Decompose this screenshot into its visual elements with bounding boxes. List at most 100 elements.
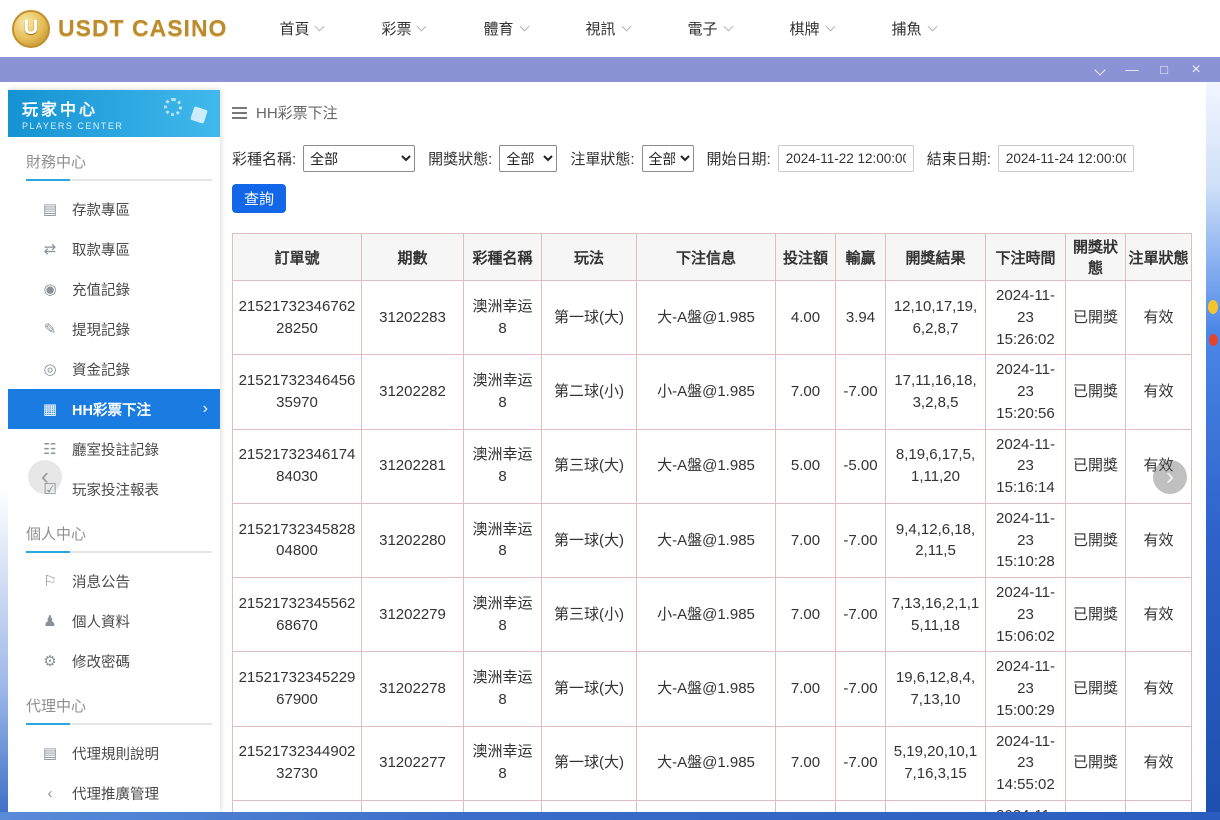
poker-chip-icon	[164, 98, 182, 116]
start-date-label: 開始日期:	[707, 148, 771, 169]
table-cell: 31202277	[362, 726, 464, 800]
chevron-down-icon	[621, 22, 631, 32]
sidebar-item-profile[interactable]: ♟個人資料	[8, 601, 220, 641]
sidebar-item-label: 取款專區	[72, 239, 130, 260]
table-cell: 2152173234676228250	[233, 281, 362, 355]
sidebar-item-withdraw-area[interactable]: ⇄ 取款專區	[8, 229, 220, 269]
table-cell: 7.00	[776, 578, 836, 652]
sidebar-section-title: 財務中心	[8, 137, 220, 179]
chevron-down-icon	[1094, 64, 1105, 75]
carousel-right-arrow[interactable]: ›	[1153, 460, 1187, 494]
table-row: 215217323467622825031202283澳洲幸运8第一球(大)大-…	[233, 281, 1192, 355]
page-background-right	[1206, 82, 1220, 820]
background-art	[1208, 300, 1218, 314]
window-body: 玩家中心 PLAYERS CENTER 財務中心▤存款專區⇄取款專區◉充值記錄✎…	[0, 82, 1220, 820]
nav-item-fishing[interactable]: 捕魚	[892, 18, 936, 39]
withdraw-icon: ⇄	[40, 240, 60, 258]
share-icon: ‹	[40, 785, 60, 802]
table-row: 215217323449023273031202277澳洲幸运8第一球(大)大-…	[233, 726, 1192, 800]
start-date-input[interactable]	[778, 145, 914, 172]
sidebar-item-funds-record[interactable]: ◎資金記錄	[8, 349, 220, 389]
window-minimize-button[interactable]: —	[1124, 63, 1140, 76]
table-cell: 2024-11-23 15:26:02	[986, 281, 1066, 355]
sidebar-item-change-password[interactable]: ⚙修改密碼	[8, 641, 220, 681]
section-divider	[26, 179, 212, 181]
chevron-down-icon	[825, 22, 835, 32]
nav-item-live-video[interactable]: 視訊	[586, 18, 630, 39]
table-cell: 澳洲幸运8	[464, 578, 542, 652]
sidebar-item-agent-rules[interactable]: ▤代理規則說明	[8, 733, 220, 773]
document-icon: ▤	[40, 744, 60, 762]
sidebar-item-label: 消息公告	[72, 571, 130, 592]
sidebar-item-announcements[interactable]: ⚐消息公告	[8, 561, 220, 601]
column-header: 開獎狀態	[1066, 234, 1126, 281]
table-cell: -5.00	[836, 429, 886, 503]
end-date-input[interactable]	[998, 145, 1134, 172]
column-header: 下注時間	[986, 234, 1066, 281]
sidebar-section-title: 個人中心	[8, 509, 220, 551]
table-cell: 19,6,12,8,4,7,13,10	[886, 652, 986, 726]
table-cell: 大-A盤@1.985	[637, 429, 776, 503]
table-cell: 8,19,6,17,5,1,11,20	[886, 429, 986, 503]
lottery-select[interactable]: 全部	[303, 145, 415, 172]
table-cell: 小-A盤@1.985	[637, 355, 776, 429]
table-cell: 2152173234490232730	[233, 726, 362, 800]
table-cell: 7,13,16,2,1,15,11,18	[886, 578, 986, 652]
nav-item-lottery[interactable]: 彩票	[381, 18, 425, 39]
table-cell: 第三球(大)	[542, 429, 637, 503]
query-button[interactable]: 查詢	[232, 184, 286, 213]
table-cell: 2024-11-23 15:00:29	[986, 652, 1066, 726]
nav-item-label: 棋牌	[790, 18, 820, 39]
main-content: HH彩票下注 彩種名稱: 全部 開獎狀態: 全部 注單狀態: 全部 開始日期: …	[232, 90, 1206, 820]
table-cell: 已開獎	[1066, 281, 1126, 355]
column-header: 期數	[362, 234, 464, 281]
sidebar-item-agent-promotion[interactable]: ‹代理推廣管理	[8, 773, 220, 812]
nav-item-home[interactable]: 首頁	[279, 18, 323, 39]
table-cell: 31202283	[362, 281, 464, 355]
background-art	[1209, 334, 1218, 346]
sidebar-item-deposit-area[interactable]: ▤存款專區	[8, 189, 220, 229]
site-header: U USDT CASINO 首頁 彩票 體育 視訊 電子 棋牌 捕魚	[0, 0, 1220, 57]
table-cell: 大-A盤@1.985	[637, 652, 776, 726]
sidebar-item-label: HH彩票下注	[72, 399, 151, 420]
sidebar-item-hh-lottery-bets[interactable]: ▦HH彩票下注›	[8, 389, 220, 429]
withdraw-record-icon: ✎	[40, 320, 60, 338]
table-cell: 2152173234522967900	[233, 652, 362, 726]
table-cell: 有效	[1126, 355, 1192, 429]
chevron-right-icon: ›	[203, 400, 208, 418]
nav-item-sports[interactable]: 體育	[483, 18, 527, 39]
table-row: 215217323455626867031202279澳洲幸运8第三球(小)小-…	[233, 578, 1192, 652]
window-titlebar: — □ ×	[0, 57, 1220, 82]
carousel-left-arrow[interactable]: ‹	[28, 460, 62, 494]
window-close-button[interactable]: ×	[1188, 62, 1204, 78]
column-header: 訂單號	[233, 234, 362, 281]
table-cell: 31202282	[362, 355, 464, 429]
table-cell: 已開獎	[1066, 652, 1126, 726]
table-cell: 大-A盤@1.985	[637, 726, 776, 800]
nav-item-slots[interactable]: 電子	[688, 18, 732, 39]
section-divider	[26, 723, 212, 725]
nav-item-label: 捕魚	[892, 18, 922, 39]
table-cell: 2152173234645635970	[233, 355, 362, 429]
window-chevron-button[interactable]	[1092, 63, 1108, 76]
chevron-down-icon	[417, 22, 427, 32]
table-cell: 第二球(小)	[542, 355, 637, 429]
logo-symbol: U	[24, 17, 38, 40]
lottery-filter-label: 彩種名稱:	[232, 148, 296, 169]
nav-item-chess[interactable]: 棋牌	[790, 18, 834, 39]
chevron-down-icon	[723, 22, 733, 32]
sidebar-item-recharge-record[interactable]: ◉充值記錄	[8, 269, 220, 309]
order-status-select[interactable]: 全部	[642, 145, 694, 172]
table-cell: 有效	[1126, 281, 1192, 355]
column-header: 開獎結果	[886, 234, 986, 281]
chevron-down-icon	[519, 22, 529, 32]
nav-item-label: 體育	[483, 18, 513, 39]
logo[interactable]: U USDT CASINO	[12, 10, 227, 48]
menu-icon[interactable]	[232, 107, 247, 119]
table-cell: -7.00	[836, 726, 886, 800]
draw-status-select[interactable]: 全部	[499, 145, 557, 172]
sidebar-item-withdraw-record[interactable]: ✎提現記錄	[8, 309, 220, 349]
order-status-filter-label: 注單狀態:	[570, 148, 634, 169]
table-cell: 第一球(大)	[542, 652, 637, 726]
window-maximize-button[interactable]: □	[1156, 63, 1172, 76]
